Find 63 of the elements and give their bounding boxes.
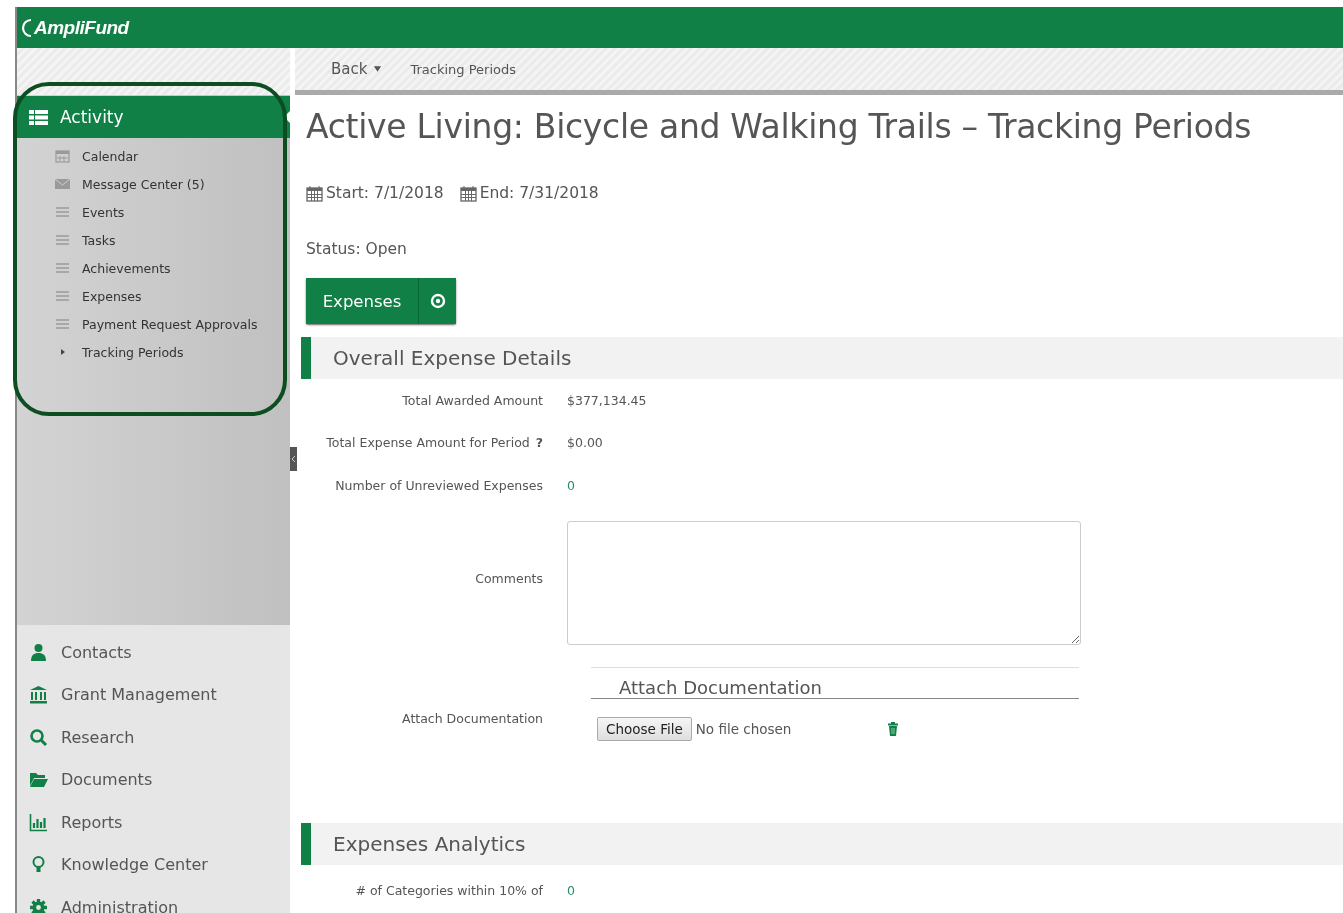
sidebar-item[interactable]: Tasks [17, 226, 290, 254]
field-value: 0 [567, 477, 575, 493]
activity-label: Activity [60, 107, 124, 127]
list-icon [55, 233, 70, 247]
activity-header[interactable]: Activity [17, 96, 290, 138]
field-value: 0 [567, 882, 575, 898]
sidebar-item[interactable]: Expenses [17, 282, 290, 310]
collapse-handle-icon[interactable] [290, 447, 297, 471]
caret-icon [373, 65, 383, 73]
page-title: Active Living: Bicycle and Walking Trails – Tracking Periods [306, 107, 1253, 146]
sidebar-item[interactable]: Payment Request Approvals [17, 310, 290, 338]
list-icon [55, 317, 70, 331]
field-value: $0.00 [567, 435, 603, 451]
nav-item[interactable]: Knowledge Center [17, 843, 290, 886]
date-label: End: 7/31/2018 [479, 184, 599, 202]
nav-item[interactable]: Grant Management [17, 673, 290, 716]
nav-item[interactable]: Contacts [17, 631, 290, 674]
trash-icon[interactable] [887, 721, 900, 736]
sidebar-item[interactable]: Message Center (5) [17, 170, 290, 198]
panel-title: Attach Documentation [591, 666, 1079, 699]
nav-item[interactable]: Documents [17, 758, 290, 801]
list-icon [55, 205, 70, 219]
sidebar-item[interactable]: Achievements [17, 254, 290, 282]
bar-chart-icon [29, 812, 48, 832]
sidebar-item[interactable]: Calendar [17, 142, 290, 170]
search-icon [29, 727, 48, 747]
back-link[interactable]: Back [331, 60, 383, 78]
envelope-icon [55, 177, 70, 191]
choose-file-button[interactable]: Choose File [597, 716, 692, 741]
calendar-icon [306, 184, 323, 202]
circle-dot-icon [429, 293, 446, 309]
section-title: Expenses Analytics [333, 831, 526, 856]
help-icon[interactable]: ? [535, 435, 543, 451]
nav-item[interactable]: Administration [17, 886, 290, 913]
field-value: $377,134.45 [567, 392, 647, 408]
list-icon [55, 289, 70, 303]
options-button[interactable] [419, 278, 456, 324]
breadcrumb-link[interactable]: Tracking Periods [410, 61, 516, 77]
field-label: Total Awarded Amount [401, 392, 544, 408]
user-icon [29, 642, 48, 662]
list-icon [55, 261, 70, 275]
status-label: Status: Open [306, 240, 408, 258]
calendar-icon [55, 149, 70, 163]
field-label: Attach Documentation [401, 710, 544, 726]
section-title: Overall Expense Details [333, 346, 572, 370]
bank-icon [29, 685, 48, 705]
field-label: # of Categories within 10% of [354, 882, 544, 898]
comments-field[interactable] [567, 520, 1081, 645]
field-label: Total Expense Amount for Period ? [325, 435, 544, 451]
logo-swoosh-icon [21, 17, 33, 38]
expenses-button[interactable]: Expenses [306, 278, 419, 324]
nav-item[interactable]: Reports [17, 801, 290, 844]
field-label: Comments [474, 571, 544, 586]
calendar-icon [459, 184, 477, 202]
field-label: Number of Unreviewed Expenses [334, 477, 544, 493]
table-icon [29, 107, 48, 127]
file-status: No file chosen [695, 720, 792, 737]
folder-icon [29, 770, 48, 790]
logo-text: AmpliFund [34, 16, 129, 39]
sidebar-item[interactable]: Events [17, 198, 290, 226]
nav-item[interactable]: Research [17, 716, 290, 759]
date-label: Start: 7/1/2018 [326, 184, 444, 202]
sidebar-item[interactable]: Tracking Periods [17, 338, 290, 366]
